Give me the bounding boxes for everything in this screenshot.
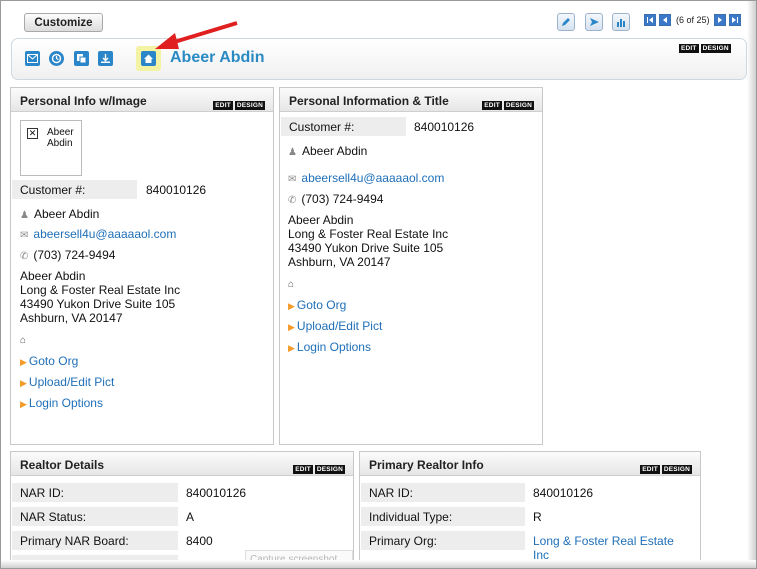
header-tags: EDIT DESIGN [677, 39, 731, 53]
upload-edit-pict-link[interactable]: ▶ Upload/Edit Pict [288, 319, 382, 333]
primary-org-link[interactable]: Long & Foster Real Estate Inc [533, 534, 693, 562]
phone-number: ✆ (703) 724-9494 [20, 248, 116, 262]
person-icon: ♟ [288, 147, 297, 158]
primary-nar-board-value: 8400 [186, 534, 213, 548]
envelope-icon: ✉ [288, 174, 297, 185]
nar-status-value: A [186, 510, 195, 524]
contact-name: ♟ Abeer Abdin [288, 144, 368, 158]
pencil-icon[interactable] [557, 13, 575, 31]
customer-number-label: Customer #: [12, 180, 137, 199]
primary-realtor-info-panel: Primary Realtor Info EDIT DESIGN NAR ID: … [359, 451, 701, 568]
panel-tags: EDIT DESIGN [211, 96, 265, 110]
phone-number: ✆ (703) 724-9494 [288, 192, 384, 206]
goto-org-link[interactable]: ▶ Goto Org [288, 298, 346, 312]
design-tag[interactable]: DESIGN [314, 465, 345, 474]
chart-icon[interactable] [612, 13, 630, 31]
personal-info-image-panel: Personal Info w/Image EDIT DESIGN ✕ Abeer… [10, 87, 274, 445]
mailing-address: Abeer Abdin Long & Foster Real Estate In… [288, 213, 449, 269]
individual-type-label: Individual Type: [361, 507, 525, 526]
send-icon[interactable] [585, 13, 603, 31]
nar-id-value: 840010126 [186, 486, 247, 500]
app-window: Customize (6 of 25) EDIT DESIGN Abeer Ab… [0, 0, 757, 569]
history-icon[interactable] [49, 51, 64, 66]
customer-number-label: Customer #: [281, 117, 406, 136]
customize-button[interactable]: Customize [24, 13, 103, 32]
goto-org-link[interactable]: ▶ Goto Org [20, 354, 78, 368]
customer-number-value: 840010126 [146, 183, 207, 197]
edit-tag[interactable]: EDIT [482, 101, 502, 110]
individual-type-value: R [533, 510, 542, 524]
first-page-icon[interactable] [644, 14, 656, 26]
panel-tags: EDIT DESIGN [638, 460, 692, 474]
contact-name: ♟ Abeer Abdin [20, 207, 100, 221]
customer-number-value: 840010126 [414, 120, 475, 134]
window-shadow-right [747, 1, 756, 568]
download-icon[interactable] [98, 51, 113, 66]
annotation-arrow-icon [155, 21, 238, 49]
email-link[interactable]: ✉ abeersell4u@aaaaaol.com [20, 227, 176, 241]
phone-icon: ✆ [20, 251, 29, 262]
edit-tag[interactable]: EDIT [213, 101, 233, 110]
design-tag[interactable]: DESIGN [700, 44, 731, 53]
panel-tags: EDIT DESIGN [291, 460, 345, 474]
image-alt-text: Abeer Abdin [47, 127, 74, 149]
prev-page-icon[interactable] [659, 14, 671, 26]
person-icon: ♟ [20, 210, 29, 221]
window-shadow-bottom [1, 560, 756, 568]
envelope-icon: ✉ [20, 230, 29, 241]
panel-tags: EDIT DESIGN [480, 96, 534, 110]
nar-id-label: NAR ID: [12, 483, 178, 502]
nar-status-label: NAR Status: [12, 507, 178, 526]
copy-icon[interactable] [74, 51, 89, 66]
login-options-link[interactable]: ▶ Login Options [20, 396, 103, 410]
nar-id-label: NAR ID: [361, 483, 525, 502]
phone-icon: ✆ [288, 195, 297, 206]
nar-id-value: 840010126 [533, 486, 594, 500]
primary-org-label: Primary Org: [361, 531, 525, 550]
upload-edit-pict-link[interactable]: ▶ Upload/Edit Pict [20, 375, 114, 389]
mailing-address: Abeer Abdin Long & Foster Real Estate In… [20, 269, 181, 325]
edit-tag[interactable]: EDIT [293, 465, 313, 474]
login-options-link[interactable]: ▶ Login Options [288, 340, 371, 354]
profile-image: ✕ Abeer Abdin [20, 120, 82, 176]
design-tag[interactable]: DESIGN [503, 101, 534, 110]
email-icon[interactable] [25, 51, 40, 66]
next-page-icon[interactable] [714, 14, 726, 26]
home-small-icon: ⌂ [20, 335, 27, 346]
personal-information-title-panel: Personal Information & Title EDIT DESIGN … [279, 87, 543, 445]
design-tag[interactable]: DESIGN [234, 101, 265, 110]
edit-tag[interactable]: EDIT [679, 44, 699, 53]
design-tag[interactable]: DESIGN [661, 465, 692, 474]
broken-image-icon: ✕ [27, 128, 38, 139]
pager-text: (6 of 25) [676, 15, 710, 25]
edit-tag[interactable]: EDIT [640, 465, 660, 474]
primary-nar-board-label: Primary NAR Board: [12, 531, 178, 550]
home-small-icon: ⌂ [288, 279, 295, 290]
email-link[interactable]: ✉ abeersell4u@aaaaaol.com [288, 171, 444, 185]
home-icon [141, 51, 156, 66]
last-page-icon[interactable] [729, 14, 741, 26]
record-header [11, 38, 747, 80]
